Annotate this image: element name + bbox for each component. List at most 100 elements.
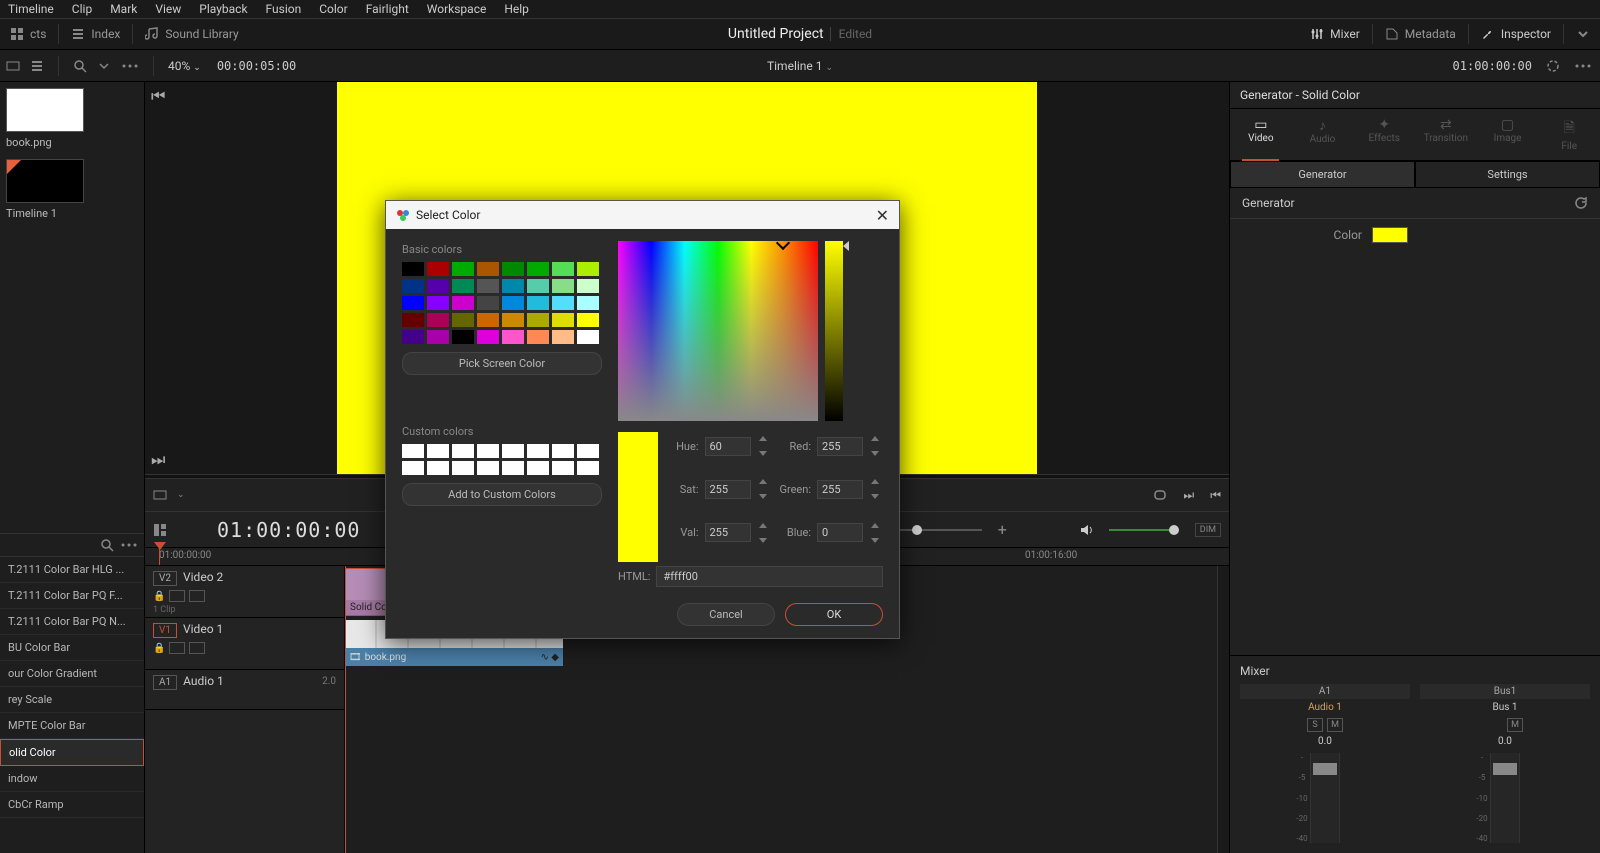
basic-color-swatch[interactable] bbox=[452, 262, 474, 276]
custom-color-swatch[interactable] bbox=[552, 444, 574, 458]
generator-item[interactable]: BU Color Bar bbox=[0, 635, 144, 661]
custom-color-swatch[interactable] bbox=[477, 444, 499, 458]
val-spinner[interactable] bbox=[757, 521, 771, 545]
custom-color-swatch[interactable] bbox=[452, 444, 474, 458]
basic-color-swatch[interactable] bbox=[427, 330, 449, 344]
inspector-button[interactable]: Inspector bbox=[1471, 23, 1561, 45]
solo-button[interactable]: S bbox=[1307, 718, 1323, 732]
dots-menu-icon[interactable] bbox=[1574, 59, 1592, 73]
basic-color-swatch[interactable] bbox=[552, 296, 574, 310]
ok-button[interactable]: OK bbox=[785, 603, 883, 626]
menu-fairlight[interactable]: Fairlight bbox=[366, 2, 409, 16]
search-icon[interactable] bbox=[100, 538, 114, 552]
basic-color-swatch[interactable] bbox=[527, 330, 549, 344]
custom-color-swatch[interactable] bbox=[552, 461, 574, 475]
custom-color-swatch[interactable] bbox=[502, 461, 524, 475]
inspector-tab-effects[interactable]: ✦Effects bbox=[1353, 109, 1415, 160]
search-icon[interactable] bbox=[73, 59, 87, 73]
basic-color-swatch[interactable] bbox=[477, 262, 499, 276]
menu-playback[interactable]: Playback bbox=[199, 2, 247, 16]
basic-color-swatch[interactable] bbox=[577, 279, 599, 293]
basic-color-swatch[interactable] bbox=[577, 262, 599, 276]
sat-spinner[interactable] bbox=[757, 477, 771, 501]
sync-icon[interactable] bbox=[1546, 59, 1560, 73]
volume-icon[interactable] bbox=[1079, 523, 1093, 537]
expand-button[interactable] bbox=[1566, 23, 1600, 45]
basic-color-swatch[interactable] bbox=[402, 330, 424, 344]
timeline-name-dropdown[interactable]: Timeline 1 ⌄ bbox=[767, 59, 833, 73]
basic-color-swatch[interactable] bbox=[477, 330, 499, 344]
metadata-button[interactable]: Metadata bbox=[1375, 23, 1466, 45]
menu-mark[interactable]: Mark bbox=[110, 2, 137, 16]
basic-color-swatch[interactable] bbox=[502, 313, 524, 327]
mixer-button[interactable]: Mixer bbox=[1300, 23, 1370, 45]
html-input[interactable] bbox=[656, 566, 883, 587]
color-swatch[interactable] bbox=[1372, 227, 1408, 243]
basic-color-swatch[interactable] bbox=[402, 313, 424, 327]
mini-icon[interactable] bbox=[169, 590, 185, 602]
generator-item[interactable]: T.2111 Color Bar PQ N... bbox=[0, 609, 144, 635]
custom-color-swatch[interactable] bbox=[452, 461, 474, 475]
red-spinner[interactable] bbox=[869, 434, 883, 458]
basic-color-swatch[interactable] bbox=[402, 262, 424, 276]
reset-icon[interactable] bbox=[1574, 196, 1588, 210]
menu-workspace[interactable]: Workspace bbox=[427, 2, 487, 16]
basic-color-swatch[interactable] bbox=[552, 330, 574, 344]
basic-color-swatch[interactable] bbox=[577, 296, 599, 310]
add-custom-color-button[interactable]: Add to Custom Colors bbox=[402, 483, 602, 506]
subtab-settings[interactable]: Settings bbox=[1415, 161, 1600, 188]
sound-library-button[interactable]: Sound Library bbox=[135, 23, 248, 45]
cancel-button[interactable]: Cancel bbox=[677, 603, 775, 626]
jump-last-icon[interactable]: ⏭ bbox=[151, 450, 165, 470]
val-input[interactable] bbox=[705, 523, 751, 542]
basic-color-swatch[interactable] bbox=[502, 330, 524, 344]
mute-button[interactable]: M bbox=[1507, 718, 1523, 732]
sort-icon[interactable] bbox=[97, 59, 111, 73]
zoom-in-icon[interactable]: + bbox=[998, 520, 1007, 539]
basic-color-swatch[interactable] bbox=[452, 313, 474, 327]
basic-color-swatch[interactable] bbox=[427, 262, 449, 276]
basic-color-swatch[interactable] bbox=[502, 296, 524, 310]
basic-color-swatch[interactable] bbox=[477, 296, 499, 310]
generator-item[interactable]: T.2111 Color Bar HLG ... bbox=[0, 557, 144, 583]
blue-spinner[interactable] bbox=[869, 521, 883, 545]
basic-color-swatch[interactable] bbox=[552, 279, 574, 293]
vscroll[interactable] bbox=[1217, 566, 1229, 853]
basic-color-swatch[interactable] bbox=[477, 279, 499, 293]
inspector-tab-audio[interactable]: ♪Audio bbox=[1292, 109, 1354, 160]
red-input[interactable] bbox=[817, 437, 863, 456]
dots-icon[interactable] bbox=[120, 538, 138, 552]
volume-slider[interactable] bbox=[1109, 529, 1179, 531]
basic-color-swatch[interactable] bbox=[577, 330, 599, 344]
basic-color-swatch[interactable] bbox=[452, 279, 474, 293]
menu-fusion[interactable]: Fusion bbox=[266, 2, 302, 16]
generator-item[interactable]: T.2111 Color Bar PQ F... bbox=[0, 583, 144, 609]
menu-timeline[interactable]: Timeline bbox=[8, 2, 54, 16]
custom-color-swatch[interactable] bbox=[577, 461, 599, 475]
basic-color-swatch[interactable] bbox=[427, 296, 449, 310]
subtab-generator[interactable]: Generator bbox=[1230, 161, 1415, 188]
sat-input[interactable] bbox=[705, 480, 751, 499]
generator-item[interactable]: MPTE Color Bar bbox=[0, 713, 144, 739]
custom-color-swatch[interactable] bbox=[402, 444, 424, 458]
track-badge[interactable]: A1 bbox=[153, 675, 177, 690]
generator-item[interactable]: rey Scale bbox=[0, 687, 144, 713]
custom-color-swatch[interactable] bbox=[402, 461, 424, 475]
playhead[interactable] bbox=[159, 548, 160, 565]
menu-clip[interactable]: Clip bbox=[72, 2, 92, 16]
clips-icon[interactable] bbox=[6, 59, 20, 73]
dim-button[interactable]: DIM bbox=[1195, 523, 1221, 537]
green-input[interactable] bbox=[817, 480, 863, 499]
custom-color-swatch[interactable] bbox=[502, 444, 524, 458]
list-view-icon[interactable] bbox=[30, 59, 44, 73]
inspector-tab-image[interactable]: ▢Image bbox=[1477, 109, 1539, 160]
track-header-v2[interactable]: V2Video 2 🔒 1 Clip bbox=[145, 566, 344, 618]
hue-spinner[interactable] bbox=[757, 434, 771, 458]
basic-color-swatch[interactable] bbox=[402, 296, 424, 310]
basic-color-swatch[interactable] bbox=[452, 330, 474, 344]
prev-clip-icon[interactable]: ⏮ bbox=[1210, 488, 1221, 503]
inspector-tab-file[interactable]: 🗎File bbox=[1538, 109, 1600, 160]
pick-screen-color-button[interactable]: Pick Screen Color bbox=[402, 352, 602, 375]
menu-color[interactable]: Color bbox=[319, 2, 347, 16]
hue-input[interactable] bbox=[705, 437, 751, 456]
